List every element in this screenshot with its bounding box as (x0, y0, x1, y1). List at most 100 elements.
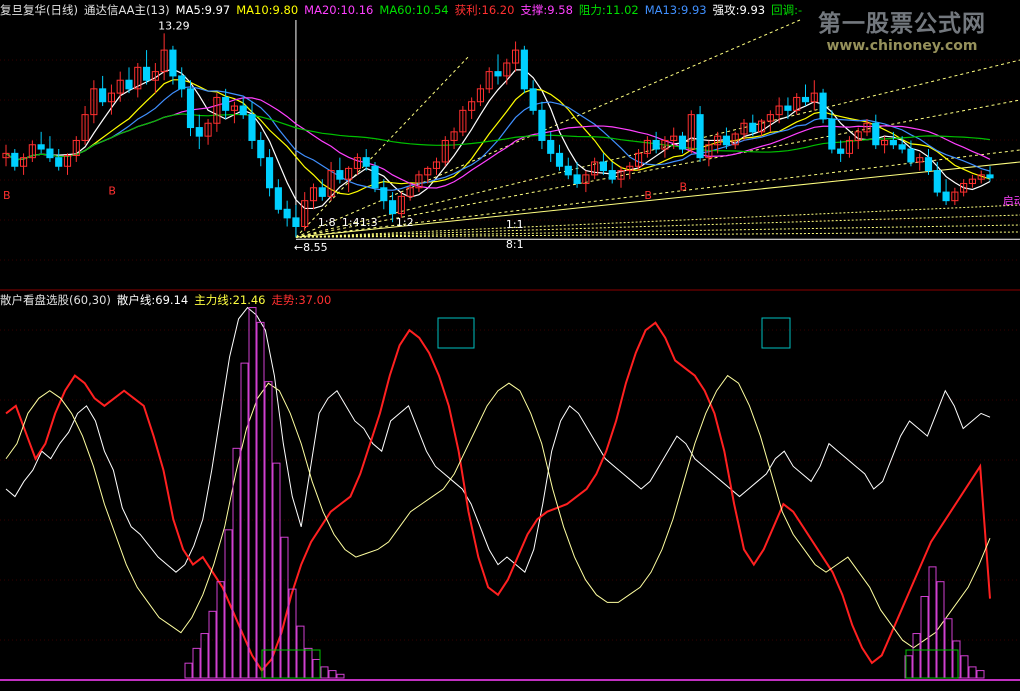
candle-body (986, 174, 994, 179)
candle-body (195, 127, 203, 137)
candle-body (371, 165, 379, 189)
b-signal-label: B (108, 185, 116, 198)
histogram-bar (224, 529, 233, 679)
green-zone-box-left (261, 649, 321, 679)
b-signal-label: B (3, 189, 11, 202)
candle-body (248, 114, 256, 141)
histogram-bar (208, 610, 217, 679)
fib-label: 1:4 (342, 216, 360, 229)
candle-body (46, 148, 54, 159)
series-line-2 (5, 374, 991, 649)
candle-body (169, 49, 177, 77)
candle-body (222, 96, 230, 111)
candle-body (722, 135, 731, 146)
stock-chart-window: 13.29 ←8.55 启动 B B B B 1:8 1:4 1:3 1:2 1:1 8:1 复旦复华(… (0, 0, 1020, 691)
series-line-0 (5, 306, 991, 573)
candle-body (678, 135, 687, 150)
histogram-bar (960, 655, 969, 679)
candle-body (274, 187, 282, 210)
candle-body (924, 157, 933, 172)
candle-body (380, 187, 388, 202)
candle-body (265, 157, 274, 189)
candle-body (529, 88, 537, 111)
candle-body (872, 122, 880, 146)
ma5-value: MA5:9.97 (175, 3, 231, 17)
histogram-bar (256, 321, 265, 679)
histogram-bar (184, 662, 193, 679)
retail-line-value: 散户线:69.14 (116, 293, 189, 307)
chart-canvas: 13.29 ←8.55 启动 B B B B 1:8 1:4 1:3 1:2 1:1 8:1 (0, 19, 1020, 681)
candle-body (555, 152, 564, 167)
b-signal-label: B (644, 189, 652, 202)
strong-value: 强攻:9.93 (712, 3, 766, 17)
watermark-url: www.chinoney.com (826, 38, 978, 54)
candle-body (142, 66, 151, 81)
candle-body (599, 161, 608, 172)
stock-title[interactable]: 复旦复华(日线) (0, 3, 78, 17)
histogram-bar (192, 647, 201, 679)
ma60-value: MA60:10.54 (379, 3, 449, 17)
main-chart-header: 复旦复华(日线) 通达信AA主(13) MA5:9.97 MA10:9.80 MA20:… (0, 2, 808, 18)
histogram-bar (296, 625, 305, 679)
fan-line (295, 54, 471, 238)
profit-value: 获利:16.20 (454, 3, 515, 17)
candle-body (801, 96, 810, 103)
ma13-value: MA13:9.93 (644, 3, 707, 17)
b-signal-label: B (680, 180, 688, 193)
indicator-title[interactable]: 散户看盘选股(60,30) (0, 293, 111, 307)
ma20-value: MA20:10.16 (304, 3, 374, 17)
histogram-bar (936, 581, 945, 679)
candle-body (186, 88, 195, 129)
ma10-line (5, 79, 991, 196)
ma20-line (5, 97, 991, 189)
start-label: 启动 (1003, 195, 1020, 208)
ma5-line (5, 68, 991, 210)
candle-body (257, 139, 265, 159)
pullback-value: 回调:- (771, 3, 803, 17)
candle-body (283, 208, 291, 219)
candle-body (784, 105, 792, 111)
fan-line (295, 19, 801, 238)
histogram-bar (216, 581, 225, 679)
candle-body (11, 152, 19, 167)
candle-body (942, 191, 950, 202)
candle-body (819, 92, 827, 120)
candle-body (239, 105, 247, 116)
candle-body (608, 170, 616, 180)
indicator-header: 散户看盘选股(60,30) 散户线:69.14 主力线:21.46 走势:37.00 (0, 292, 337, 308)
fib-label: 1:3 (360, 216, 378, 229)
watermark: 第一股票公式网 www.chinoney.com (802, 4, 1002, 54)
candle-body (828, 118, 836, 150)
fib-label: 1:1 (506, 218, 524, 231)
green-zone-box-right (905, 649, 959, 679)
candle-body (907, 148, 915, 163)
histogram-bar (944, 618, 953, 679)
series-line-1 (5, 321, 991, 673)
candle-body (125, 79, 133, 90)
signal-box-2 (761, 317, 791, 349)
candle-body (564, 165, 572, 176)
fib-label: 8:1 (506, 238, 524, 251)
fib-label: 1:8 (318, 216, 336, 229)
candle-body (388, 200, 397, 215)
candle-body (573, 174, 581, 184)
support-value: 支撑:9.58 (520, 3, 573, 17)
histogram-bar (280, 536, 289, 679)
histogram-bar (952, 640, 961, 679)
low-label: ←8.55 (294, 241, 328, 254)
candle-body (889, 139, 897, 146)
histogram-bar (920, 596, 929, 679)
candle-body (547, 139, 555, 154)
candle-body (520, 49, 528, 90)
histogram-bar (248, 307, 257, 679)
candle-body (898, 144, 906, 150)
histogram-bar (304, 647, 313, 679)
high-label: 13.29 (158, 19, 190, 32)
fib-label: 1:2 (396, 216, 414, 229)
candle-body (696, 114, 704, 159)
candle-body (318, 187, 326, 197)
candle-body (99, 88, 107, 103)
indicator-name[interactable]: 通达信AA主(13) (84, 3, 170, 17)
histogram-bar (328, 670, 337, 679)
histogram-bar (336, 673, 345, 679)
